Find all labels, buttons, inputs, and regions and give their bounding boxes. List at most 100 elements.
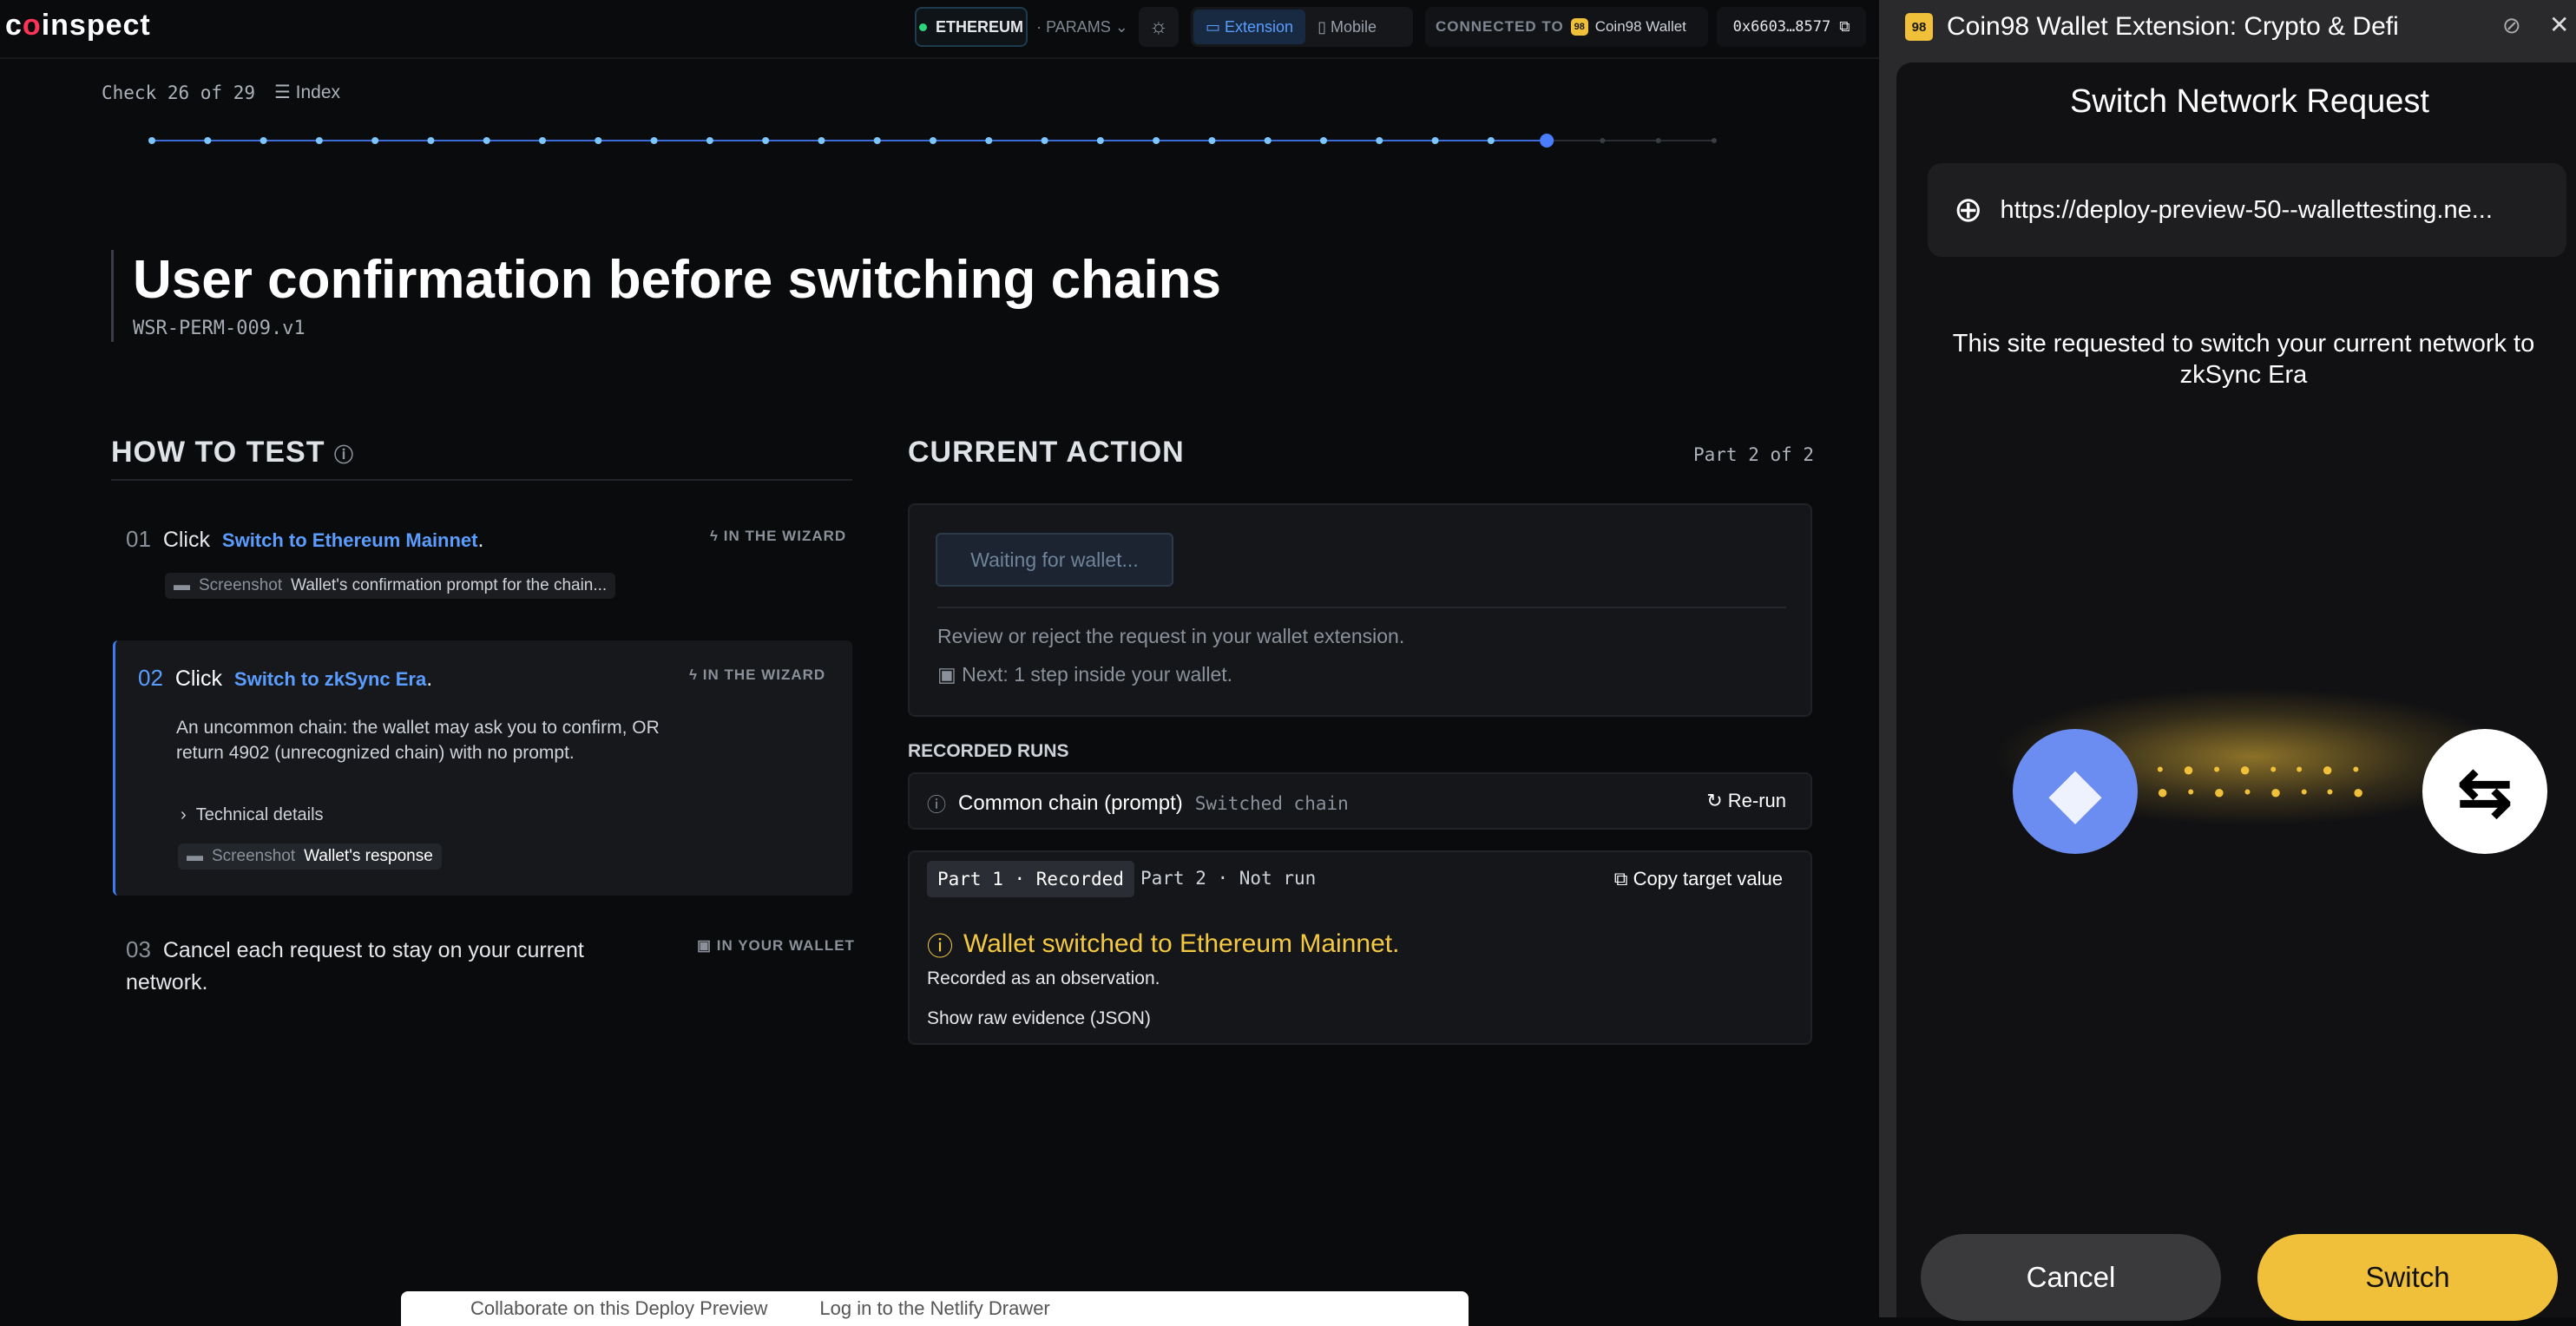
progress-step-done[interactable] [1431,137,1439,144]
index-link[interactable]: ☰ Index [274,82,340,103]
progress-step-done[interactable] [1208,137,1216,144]
progress-step-done[interactable] [1096,137,1104,144]
progress-step-current[interactable] [1540,134,1554,148]
site-url-card: ⊕ https://deploy-preview-50--wallettestin… [1928,163,2566,257]
monitor-icon: ▭ [1206,17,1226,36]
close-icon[interactable]: ✕ [2549,10,2569,39]
network-selector[interactable]: ETHEREUM [915,7,1028,47]
progress-step-pending[interactable] [1600,138,1606,143]
copy-target-button[interactable]: ⧉ Copy target value [1614,868,1783,890]
chevron-right-icon: › [181,805,196,824]
wallet-test-app: coinspect ETHEREUM · PARAMS ⌄ ☼ ▭ Extens… [0,0,1879,1326]
progress-step-done[interactable] [315,137,323,144]
progress-step-done[interactable] [873,137,881,144]
progress-step-done[interactable] [650,137,658,144]
page-title: User confirmation before switching chain… [133,250,1222,310]
progress-step-done[interactable] [762,137,770,144]
popup-titlebar: 98 Coin98 Wallet Extension: Crypto & Def… [1879,0,2576,54]
progress-step-done[interactable] [595,137,602,144]
switch-zksync-link[interactable]: Switch to zkSync Era [234,668,426,690]
step-2-description: An uncommon chain: the wallet may ask yo… [176,718,660,763]
step-3-tag: ▣ IN YOUR WALLET [697,937,855,954]
progress-step-done[interactable] [427,137,435,144]
camera-icon: ▬ [187,847,203,865]
unpin-icon[interactable]: ⊘ [2502,12,2521,39]
wallet-icon: ▣ [937,663,963,686]
action-instruction: Review or reject the request in your wal… [937,625,1405,647]
progress-step-done[interactable] [1487,137,1495,144]
theme-toggle-sun-icon[interactable]: ☼ [1139,7,1179,47]
progress-step-done[interactable] [148,137,155,144]
test-header: User confirmation before switching chain… [111,250,1221,342]
list-icon: ☰ [274,82,296,102]
progress-step-done[interactable] [985,137,993,144]
waiting-for-wallet-button[interactable]: Waiting for wallet... [936,533,1173,587]
progress-step-done[interactable] [539,137,546,144]
raw-evidence-toggle[interactable]: Show raw evidence (JSON) [927,1008,1151,1029]
top-bar: coinspect ETHEREUM · PARAMS ⌄ ☼ ▭ Extens… [0,0,1879,59]
network-label: ETHEREUM [935,17,1023,36]
step-2-screenshot-chip[interactable]: ▬ Screenshot Wallet's response [178,844,442,870]
coin98-icon: 98 [1570,18,1588,36]
progress-step-done[interactable] [1320,137,1327,144]
address-chip[interactable]: 0x6603…8577 ⧉ [1717,7,1866,47]
transfer-dots-icon: • ● • ● • • ● • ● • ● • ● • • ● [2157,758,2371,803]
how-to-test-heading: HOW TO TEST ⓘ [111,436,354,469]
progress-step-pending[interactable] [1655,138,1661,143]
step-2: 02 Click Switch to zkSync Era. [138,665,433,691]
chevron-down-icon: ⌄ [1110,17,1128,36]
progress-step-done[interactable] [483,137,490,144]
popup-content: Switch Network Request ⊕ https://deploy-p… [1896,62,2576,1317]
wallet-extension-popup: 98 Coin98 Wallet Extension: Crypto & Def… [1879,0,2576,1321]
step-1: 01 Click Switch to Ethereum Mainnet. [126,526,484,552]
progress-stepper [148,134,1717,148]
run-row: ⓘ Common chain (prompt) Switched chain ↻ R… [908,772,1812,830]
progress-step-done[interactable] [260,137,267,144]
recorded-runs-heading: RECORDED RUNS [908,741,1069,761]
progress-step-done[interactable] [706,137,713,144]
status-dot-icon [918,23,927,31]
wallet-icon: ▣ [697,937,717,954]
test-code: WSR-PERM-009.v1 [133,318,306,339]
step-1-screenshot-chip[interactable]: ▬ Screenshot Wallet's confirmation prompt … [165,573,616,599]
netlify-drawer-toast: Collaborate on this Deploy Preview Log i… [401,1291,1469,1326]
netlify-login-link[interactable]: Log in to the Netlify Drawer [819,1297,1049,1320]
info-icon[interactable]: ⓘ [334,444,354,466]
progress-step-done[interactable] [818,137,825,144]
progress-step-done[interactable] [204,137,212,144]
step-2-card: 02 Click Switch to zkSync Era. ϟ IN THE … [113,640,852,896]
progress-step-done[interactable] [1376,137,1383,144]
progress-step-done[interactable] [1041,137,1048,144]
step-2-tag: ϟ IN THE WIZARD [689,666,826,683]
rerun-button[interactable]: ↻ Re-run [1706,790,1786,812]
zksync-icon: ⇆ [2422,729,2547,854]
switch-button[interactable]: Switch [2257,1234,2558,1321]
warning-circle-icon: ⓘ [927,933,953,962]
run-status: Switched chain [1194,793,1349,814]
part-2-tab[interactable]: Part 2 · Not run [1140,868,1316,889]
coinspect-logo[interactable]: coinspect [5,9,151,43]
copy-icon[interactable]: ⧉ [1839,18,1850,36]
cancel-button[interactable]: Cancel [1921,1234,2221,1321]
progress-step-done[interactable] [930,137,936,144]
next-step-hint: ▣ Next: 1 step inside your wallet. [937,663,1233,686]
step-1-tag: ϟ IN THE WIZARD [710,528,847,544]
progress-step-done[interactable] [371,137,379,144]
switch-ethereum-link[interactable]: Switch to Ethereum Mainnet [222,529,478,551]
progress-step-done[interactable] [1264,137,1272,144]
coin98-icon: 98 [1905,13,1933,41]
globe-icon: ⊕ [1954,191,1983,229]
part-counter: Part 2 of 2 [1693,444,1815,465]
observation-note: Recorded as an observation. [927,968,1160,988]
check-counter: Check 26 of 29 [102,82,256,103]
mobile-tab[interactable]: ▯ Mobile [1305,10,1389,44]
extension-tab[interactable]: ▭ Extension [1193,10,1306,44]
collaborate-link[interactable]: Collaborate on this Deploy Preview [470,1297,767,1320]
technical-details-toggle[interactable]: › Technical details [181,805,324,825]
site-url: https://deploy-preview-50--wallettesting… [2000,195,2493,224]
switch-message: This site requested to switch your curre… [1952,330,2535,389]
part-1-tab[interactable]: Part 1 · Recorded [927,861,1134,897]
params-dropdown[interactable]: · PARAMS ⌄ [1035,7,1130,47]
progress-step-done[interactable] [1153,137,1160,144]
progress-step-pending[interactable] [1712,138,1717,143]
